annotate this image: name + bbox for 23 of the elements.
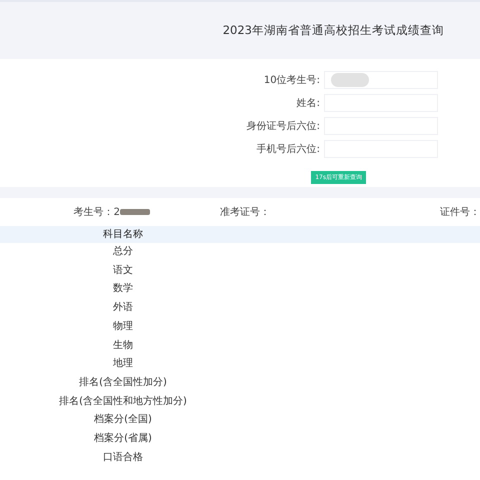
input-field[interactable] [324, 71, 438, 89]
table-cell-text: 口语合格 [102, 450, 144, 465]
table-cell-text: 物理 [112, 320, 134, 334]
table-cell-text: 排名(含全国性加分) [78, 376, 168, 390]
page-title: 2023年湖南省普通高校招生考试成绩查询 [222, 23, 444, 38]
table-cell-text: 数学 [112, 282, 134, 296]
column-header: 科目名称 [102, 228, 144, 242]
table-cell-text: 排名(含全国性和地方性加分) [58, 394, 188, 409]
table-cell-text: 生物 [112, 338, 134, 353]
info-value: 2 [114, 206, 120, 218]
field-label: 手机号后六位: [256, 142, 320, 156]
info-label: 证件号： [440, 206, 480, 219]
table-cell-text: 语文 [112, 264, 134, 278]
field-label: 姓名: [296, 97, 320, 110]
field-label: 10位考生号: [264, 74, 320, 87]
info-label: 准考证号： [220, 206, 270, 219]
table-cell-text: 地理 [112, 356, 134, 372]
table-cell-text: 档案分(全国) [93, 412, 153, 428]
table-cell-text: 档案分(省属) [93, 432, 153, 446]
table-cell-text: 外语 [112, 301, 134, 316]
info-label: 考生号： [74, 206, 114, 219]
field-label: 身份证号后六位: [246, 120, 320, 133]
table-cell-text: 总分 [112, 244, 134, 259]
